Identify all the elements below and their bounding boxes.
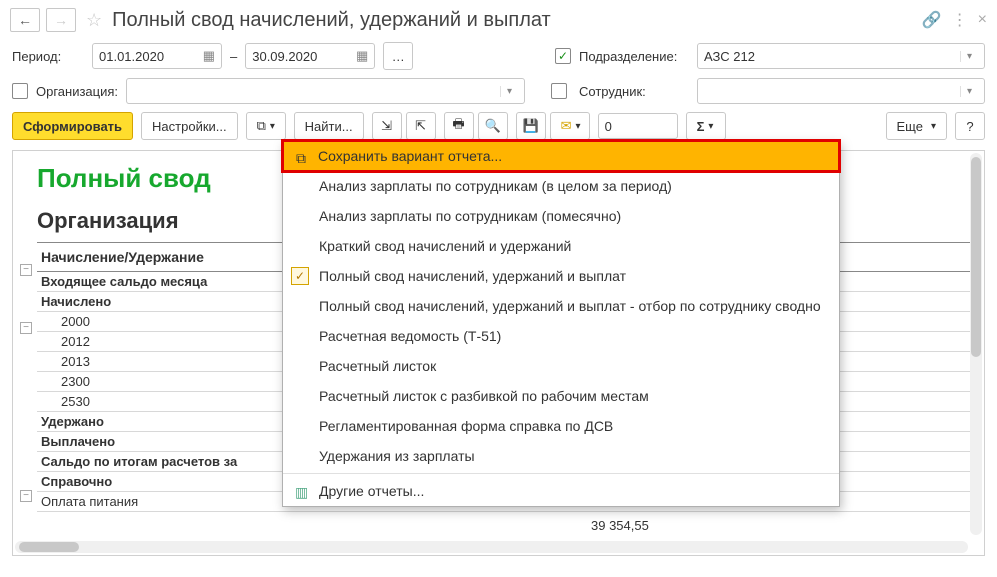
nav-forward-button[interactable]: → — [46, 8, 76, 32]
find-button[interactable]: Найти... — [294, 112, 364, 140]
close-icon[interactable]: × — [978, 11, 987, 29]
org-checkbox[interactable] — [12, 83, 28, 99]
expand-button[interactable]: ⇲ — [372, 112, 402, 140]
window-title: Полный свод начислений, удержаний и выпл… — [112, 9, 916, 32]
variant-dropdown-button[interactable]: ⧉▾ — [246, 112, 286, 140]
period-from-input[interactable]: 01.01.2020 ▦ — [92, 43, 222, 69]
help-button[interactable]: ? — [955, 112, 985, 140]
period-separator: – — [230, 49, 237, 64]
more-button[interactable]: Еще▾ — [886, 112, 947, 140]
menu-item[interactable]: Расчетная ведомость (Т-51) — [283, 321, 839, 351]
form-button[interactable]: Сформировать — [12, 112, 133, 140]
filter-row-2: Организация: ▾ Сотрудник: ▾ — [0, 74, 997, 108]
mail-icon: ✉ — [561, 118, 572, 134]
emp-input[interactable]: ▾ — [697, 78, 985, 104]
period-picker-button[interactable]: … — [383, 42, 413, 70]
save-file-button[interactable]: 💾 — [516, 112, 546, 140]
emp-label: Сотрудник: — [579, 84, 689, 99]
more-icon[interactable]: ⋮ — [952, 10, 968, 30]
menu-item[interactable]: Анализ зарплаты по сотрудникам (в целом … — [283, 171, 839, 201]
menu-item[interactable]: Полный свод начислений, удержаний и выпл… — [283, 261, 839, 291]
tree-toggle[interactable]: − — [20, 490, 32, 502]
scrollbar-vertical[interactable] — [970, 153, 982, 535]
period-label: Период: — [12, 49, 84, 64]
reports-icon: ▥ — [295, 484, 311, 500]
dept-checkbox[interactable]: ✓ — [555, 48, 571, 64]
favorite-star-icon[interactable]: ☆ — [86, 10, 102, 31]
tree-toggle[interactable]: − — [20, 322, 32, 334]
filter-row-1: Период: 01.01.2020 ▦ – 30.09.2020 ▦ … ✓ … — [0, 38, 997, 74]
sigma-button[interactable]: Σ▾ — [686, 112, 726, 140]
sum-input[interactable]: 0 — [598, 113, 678, 139]
org-input[interactable]: ▾ — [126, 78, 525, 104]
org-label: Организация: — [36, 84, 118, 99]
menu-item[interactable]: Удержания из зарплаты — [283, 441, 839, 471]
save-variant-icon: ⧉ — [296, 150, 312, 166]
scrollbar-horizontal[interactable] — [15, 541, 968, 553]
variant-dropdown-menu: ⧉ Сохранить вариант отчета... Анализ зар… — [282, 140, 840, 507]
collapse-button[interactable]: ⇱ — [406, 112, 436, 140]
copy-icon: ⧉ — [257, 118, 266, 134]
titlebar: ← → ☆ Полный свод начислений, удержаний … — [0, 0, 997, 38]
tree-gutter: − − − — [17, 261, 35, 505]
calendar-icon[interactable]: ▦ — [356, 48, 368, 64]
chevron-down-icon[interactable]: ▾ — [500, 86, 518, 97]
link-icon[interactable]: 🔗 — [922, 10, 942, 30]
emp-checkbox[interactable] — [551, 83, 567, 99]
menu-item[interactable]: Регламентированная форма справка по ДСВ — [283, 411, 839, 441]
calendar-icon[interactable]: ▦ — [203, 48, 215, 64]
menu-other-reports[interactable]: ▥ Другие отчеты... — [283, 476, 839, 506]
period-to-input[interactable]: 30.09.2020 ▦ — [245, 43, 375, 69]
menu-save-variant[interactable]: ⧉ Сохранить вариант отчета... — [281, 139, 841, 173]
menu-item[interactable]: Анализ зарплаты по сотрудникам (помесячн… — [283, 201, 839, 231]
print-button[interactable]: 🖶 — [444, 112, 474, 140]
dept-input[interactable]: АЗС 212 ▾ — [697, 43, 985, 69]
menu-item[interactable]: Краткий свод начислений и удержаний — [283, 231, 839, 261]
footer-value: 39 354,55 — [591, 518, 649, 533]
send-button[interactable]: ✉▾ — [550, 112, 590, 140]
menu-item[interactable]: Расчетный листок — [283, 351, 839, 381]
dept-label: Подразделение: — [579, 49, 689, 64]
chevron-down-icon[interactable]: ▾ — [960, 51, 978, 62]
menu-item[interactable]: Расчетный листок с разбивкой по рабочим … — [283, 381, 839, 411]
preview-button[interactable]: 🔍 — [478, 112, 508, 140]
tree-toggle[interactable]: − — [20, 264, 32, 276]
settings-button[interactable]: Настройки... — [141, 112, 238, 140]
chevron-down-icon[interactable]: ▾ — [960, 86, 978, 97]
menu-item[interactable]: Полный свод начислений, удержаний и выпл… — [283, 291, 839, 321]
nav-back-button[interactable]: ← — [10, 8, 40, 32]
